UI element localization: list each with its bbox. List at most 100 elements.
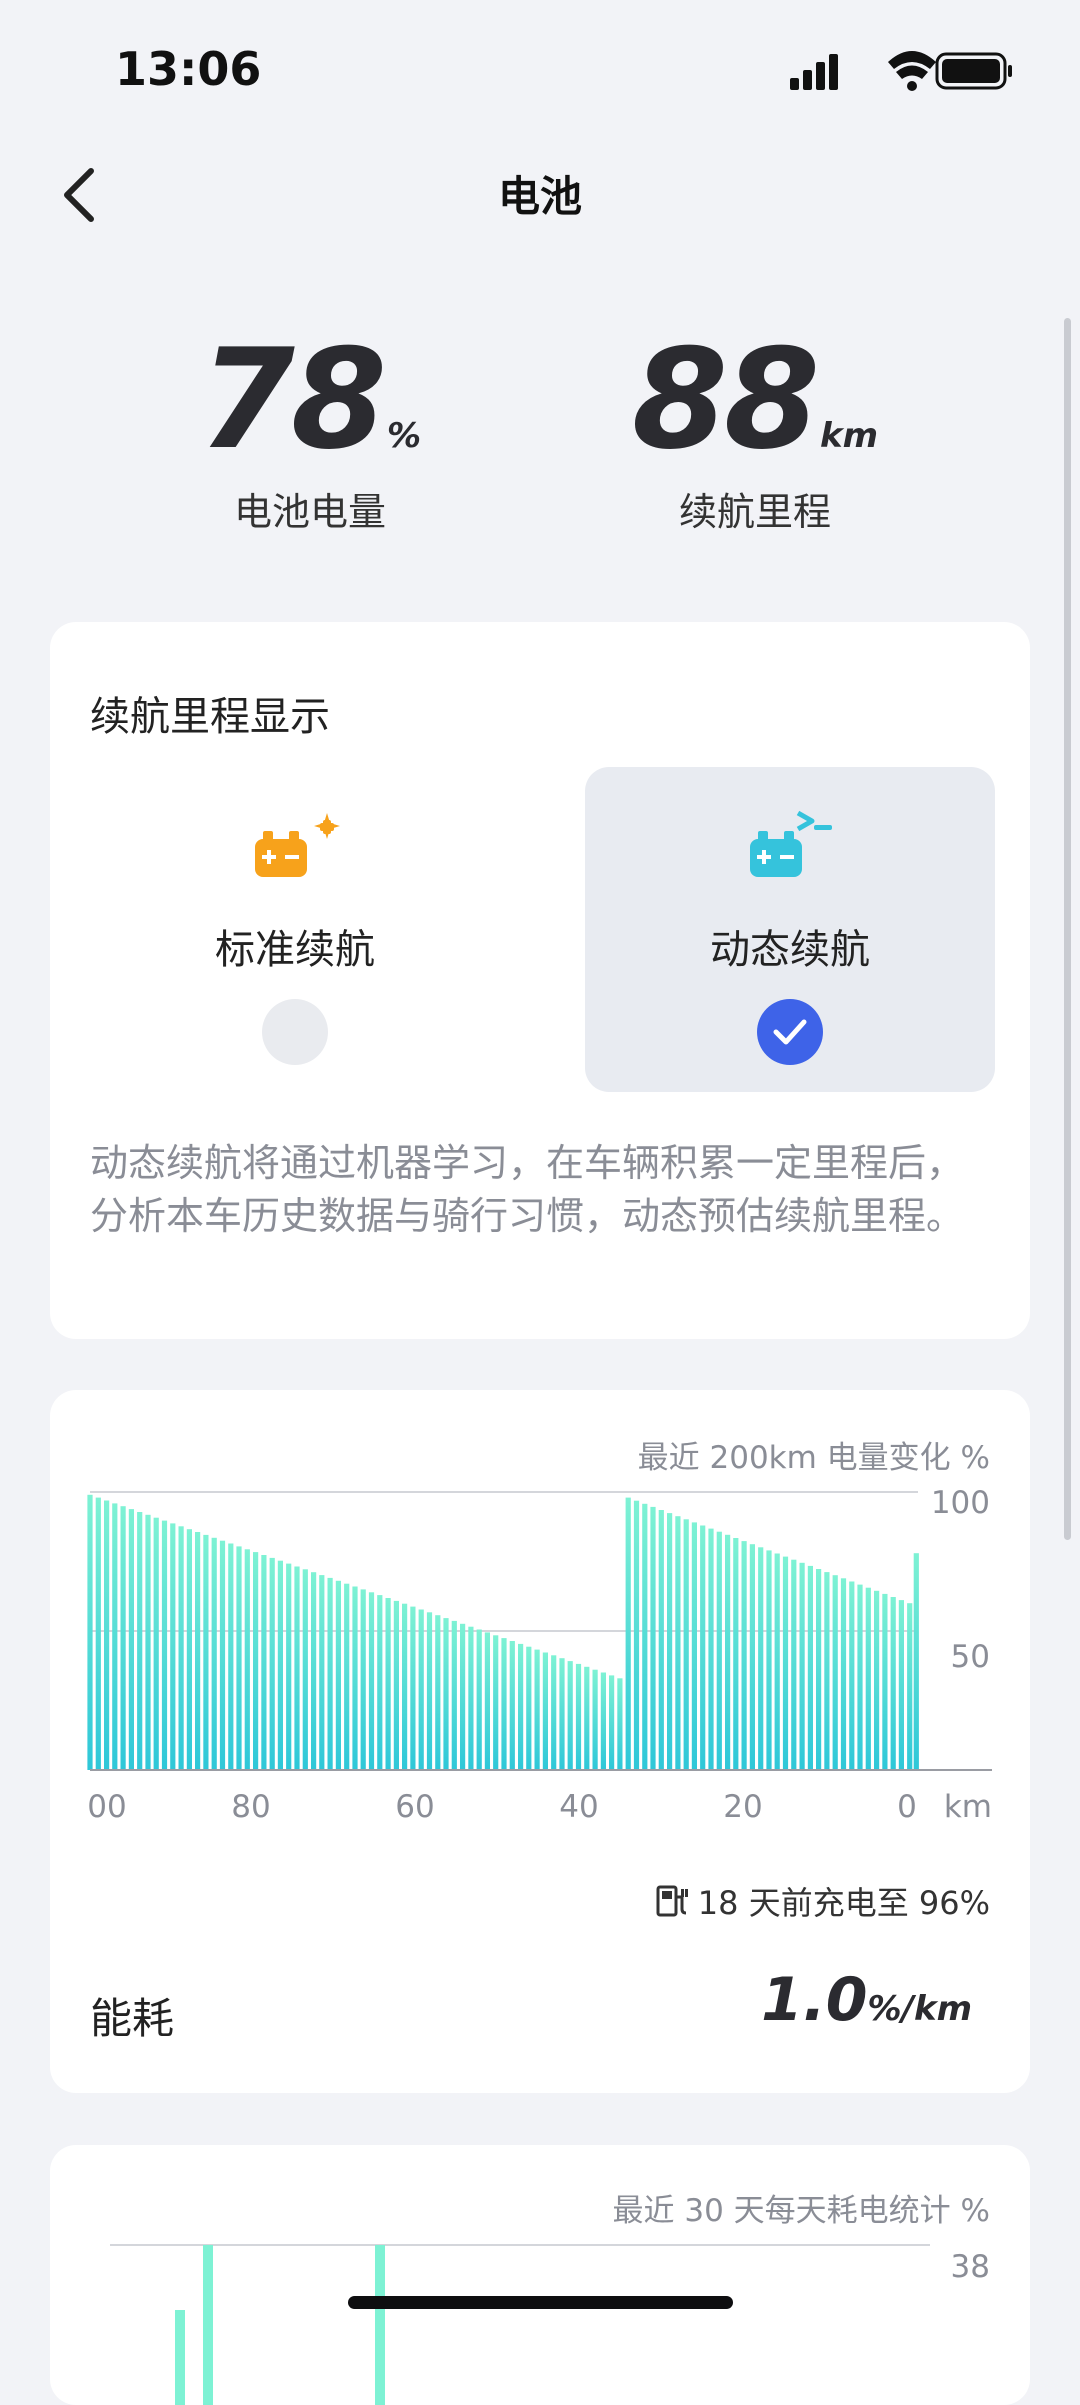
chart-bar — [642, 1503, 648, 1770]
chart-bar — [95, 1497, 101, 1770]
chart-bar — [725, 1534, 731, 1770]
battery-level-value: 78 — [198, 319, 387, 480]
chart-bar — [733, 1538, 739, 1770]
daily-bar — [203, 2245, 213, 2405]
chart-bar — [203, 1534, 209, 1770]
daily-y-tick-38: 38 — [951, 2249, 990, 2285]
chart-bar — [534, 1649, 540, 1770]
chart-bar — [708, 1528, 714, 1770]
range-display-title: 续航里程显示 — [90, 694, 330, 740]
status-icons — [790, 51, 1012, 91]
chart-bar — [451, 1620, 457, 1770]
chart-bar — [468, 1626, 474, 1770]
chart-bar — [518, 1643, 524, 1770]
home-indicator — [348, 2296, 733, 2309]
x-tick-5: 0 — [897, 1789, 917, 1825]
chart-bar — [600, 1672, 606, 1770]
chart-bar — [128, 1509, 134, 1770]
daily-bar — [375, 2245, 385, 2405]
chart-bar — [758, 1547, 764, 1770]
chart-bar — [418, 1609, 424, 1770]
chart-bar — [807, 1565, 813, 1770]
chart-bar — [87, 1494, 93, 1770]
chart-bar — [882, 1593, 888, 1770]
chart-bar — [195, 1532, 201, 1770]
chart-bar — [617, 1678, 623, 1770]
range-display-description: 动态续航将通过机器学习，在车辆积累一定里程后，分析本车历史数据与骑行习惯，动态预… — [90, 1141, 965, 1238]
chart-bar — [741, 1541, 747, 1770]
chart-bar — [145, 1514, 151, 1770]
chart-bar — [832, 1575, 838, 1770]
battery-level-unit: % — [386, 416, 422, 456]
chart-bar — [542, 1652, 548, 1770]
daily-chart-title: 最近 30 天每天耗电统计 % — [612, 2193, 990, 2229]
chart-bar — [774, 1553, 780, 1770]
mode-option-dynamic[interactable]: 动态续航 — [585, 767, 995, 1092]
range-summary: 88 km 续航里程 — [555, 325, 955, 536]
chart-bar — [584, 1666, 590, 1770]
chart-bar — [435, 1615, 441, 1770]
daily-consumption-chart: 38 — [110, 2244, 990, 2405]
chart-bar — [410, 1606, 416, 1770]
chart-bar — [816, 1569, 822, 1770]
x-axis-unit: km — [944, 1789, 992, 1825]
chart-bar — [907, 1603, 913, 1770]
signal-icon — [790, 54, 838, 90]
range-display-card: 续航里程显示 标准续航 动态续航 动态续航将通过机器学习，在车辆积累一定里程后，… — [50, 622, 1030, 1339]
chart-bars — [87, 1494, 919, 1770]
chart-bar — [650, 1506, 656, 1770]
energy-consumption-value: 1.0%/km — [761, 1965, 972, 2035]
chart-bar — [402, 1603, 408, 1770]
chart-bar — [104, 1500, 110, 1770]
chart-bar — [393, 1600, 399, 1770]
chart-bar — [186, 1529, 192, 1770]
chart-bar — [476, 1629, 482, 1770]
range-unit: km — [820, 416, 879, 456]
chart-bar — [683, 1519, 689, 1770]
y-tick-50: 50 — [951, 1639, 990, 1675]
chart-bar — [824, 1572, 830, 1770]
chart-bar — [609, 1675, 615, 1770]
chart-bar — [667, 1513, 673, 1770]
chart-bar — [253, 1552, 259, 1770]
radio-standard[interactable] — [262, 999, 328, 1065]
chart-bar — [385, 1598, 391, 1770]
chart-bar — [551, 1655, 557, 1770]
chart-bar — [890, 1597, 896, 1770]
x-tick-4: 20 — [723, 1789, 762, 1825]
chart-bar — [782, 1556, 789, 1770]
chart-bar — [592, 1669, 598, 1770]
chart-bar — [120, 1506, 126, 1770]
range-value: 88 — [631, 319, 820, 480]
chart-bar — [799, 1562, 805, 1770]
scrollbar[interactable] — [1064, 318, 1071, 1540]
chart-bar — [749, 1544, 755, 1770]
status-time: 13:06 — [115, 42, 262, 96]
mode-label-dynamic: 动态续航 — [710, 927, 870, 973]
chart-bar — [244, 1549, 250, 1770]
last-charge-text: 18 天前充电至 96% — [697, 1884, 990, 1922]
y-tick-100: 100 — [931, 1485, 990, 1521]
mode-option-standard[interactable]: 标准续航 — [90, 767, 500, 1092]
wifi-icon — [888, 51, 936, 91]
daily-bar — [175, 2310, 185, 2405]
chart-bar — [161, 1520, 168, 1770]
chart-bar — [849, 1581, 855, 1770]
chart-bar — [294, 1566, 300, 1770]
chart-bar — [791, 1559, 797, 1770]
chart-bar — [460, 1623, 466, 1770]
chart-bar — [302, 1569, 308, 1770]
chart-bar — [575, 1663, 582, 1770]
battery-chart-title: 最近 200km 电量变化 % — [637, 1440, 990, 1476]
chart-bar — [484, 1632, 490, 1770]
chart-bar — [319, 1575, 325, 1770]
radio-dynamic-selected[interactable] — [757, 999, 823, 1065]
charging-station-icon — [656, 1885, 688, 1917]
chart-bar — [633, 1500, 640, 1770]
last-charge-note: 18 天前充电至 96% — [654, 1878, 990, 1924]
chart-bar — [526, 1646, 532, 1770]
chart-bar — [691, 1522, 697, 1770]
chart-bar — [277, 1560, 283, 1770]
daily-consumption-card: 38 最近 30 天每天耗电统计 % — [50, 2145, 1030, 2405]
battery-icon — [935, 52, 1012, 90]
